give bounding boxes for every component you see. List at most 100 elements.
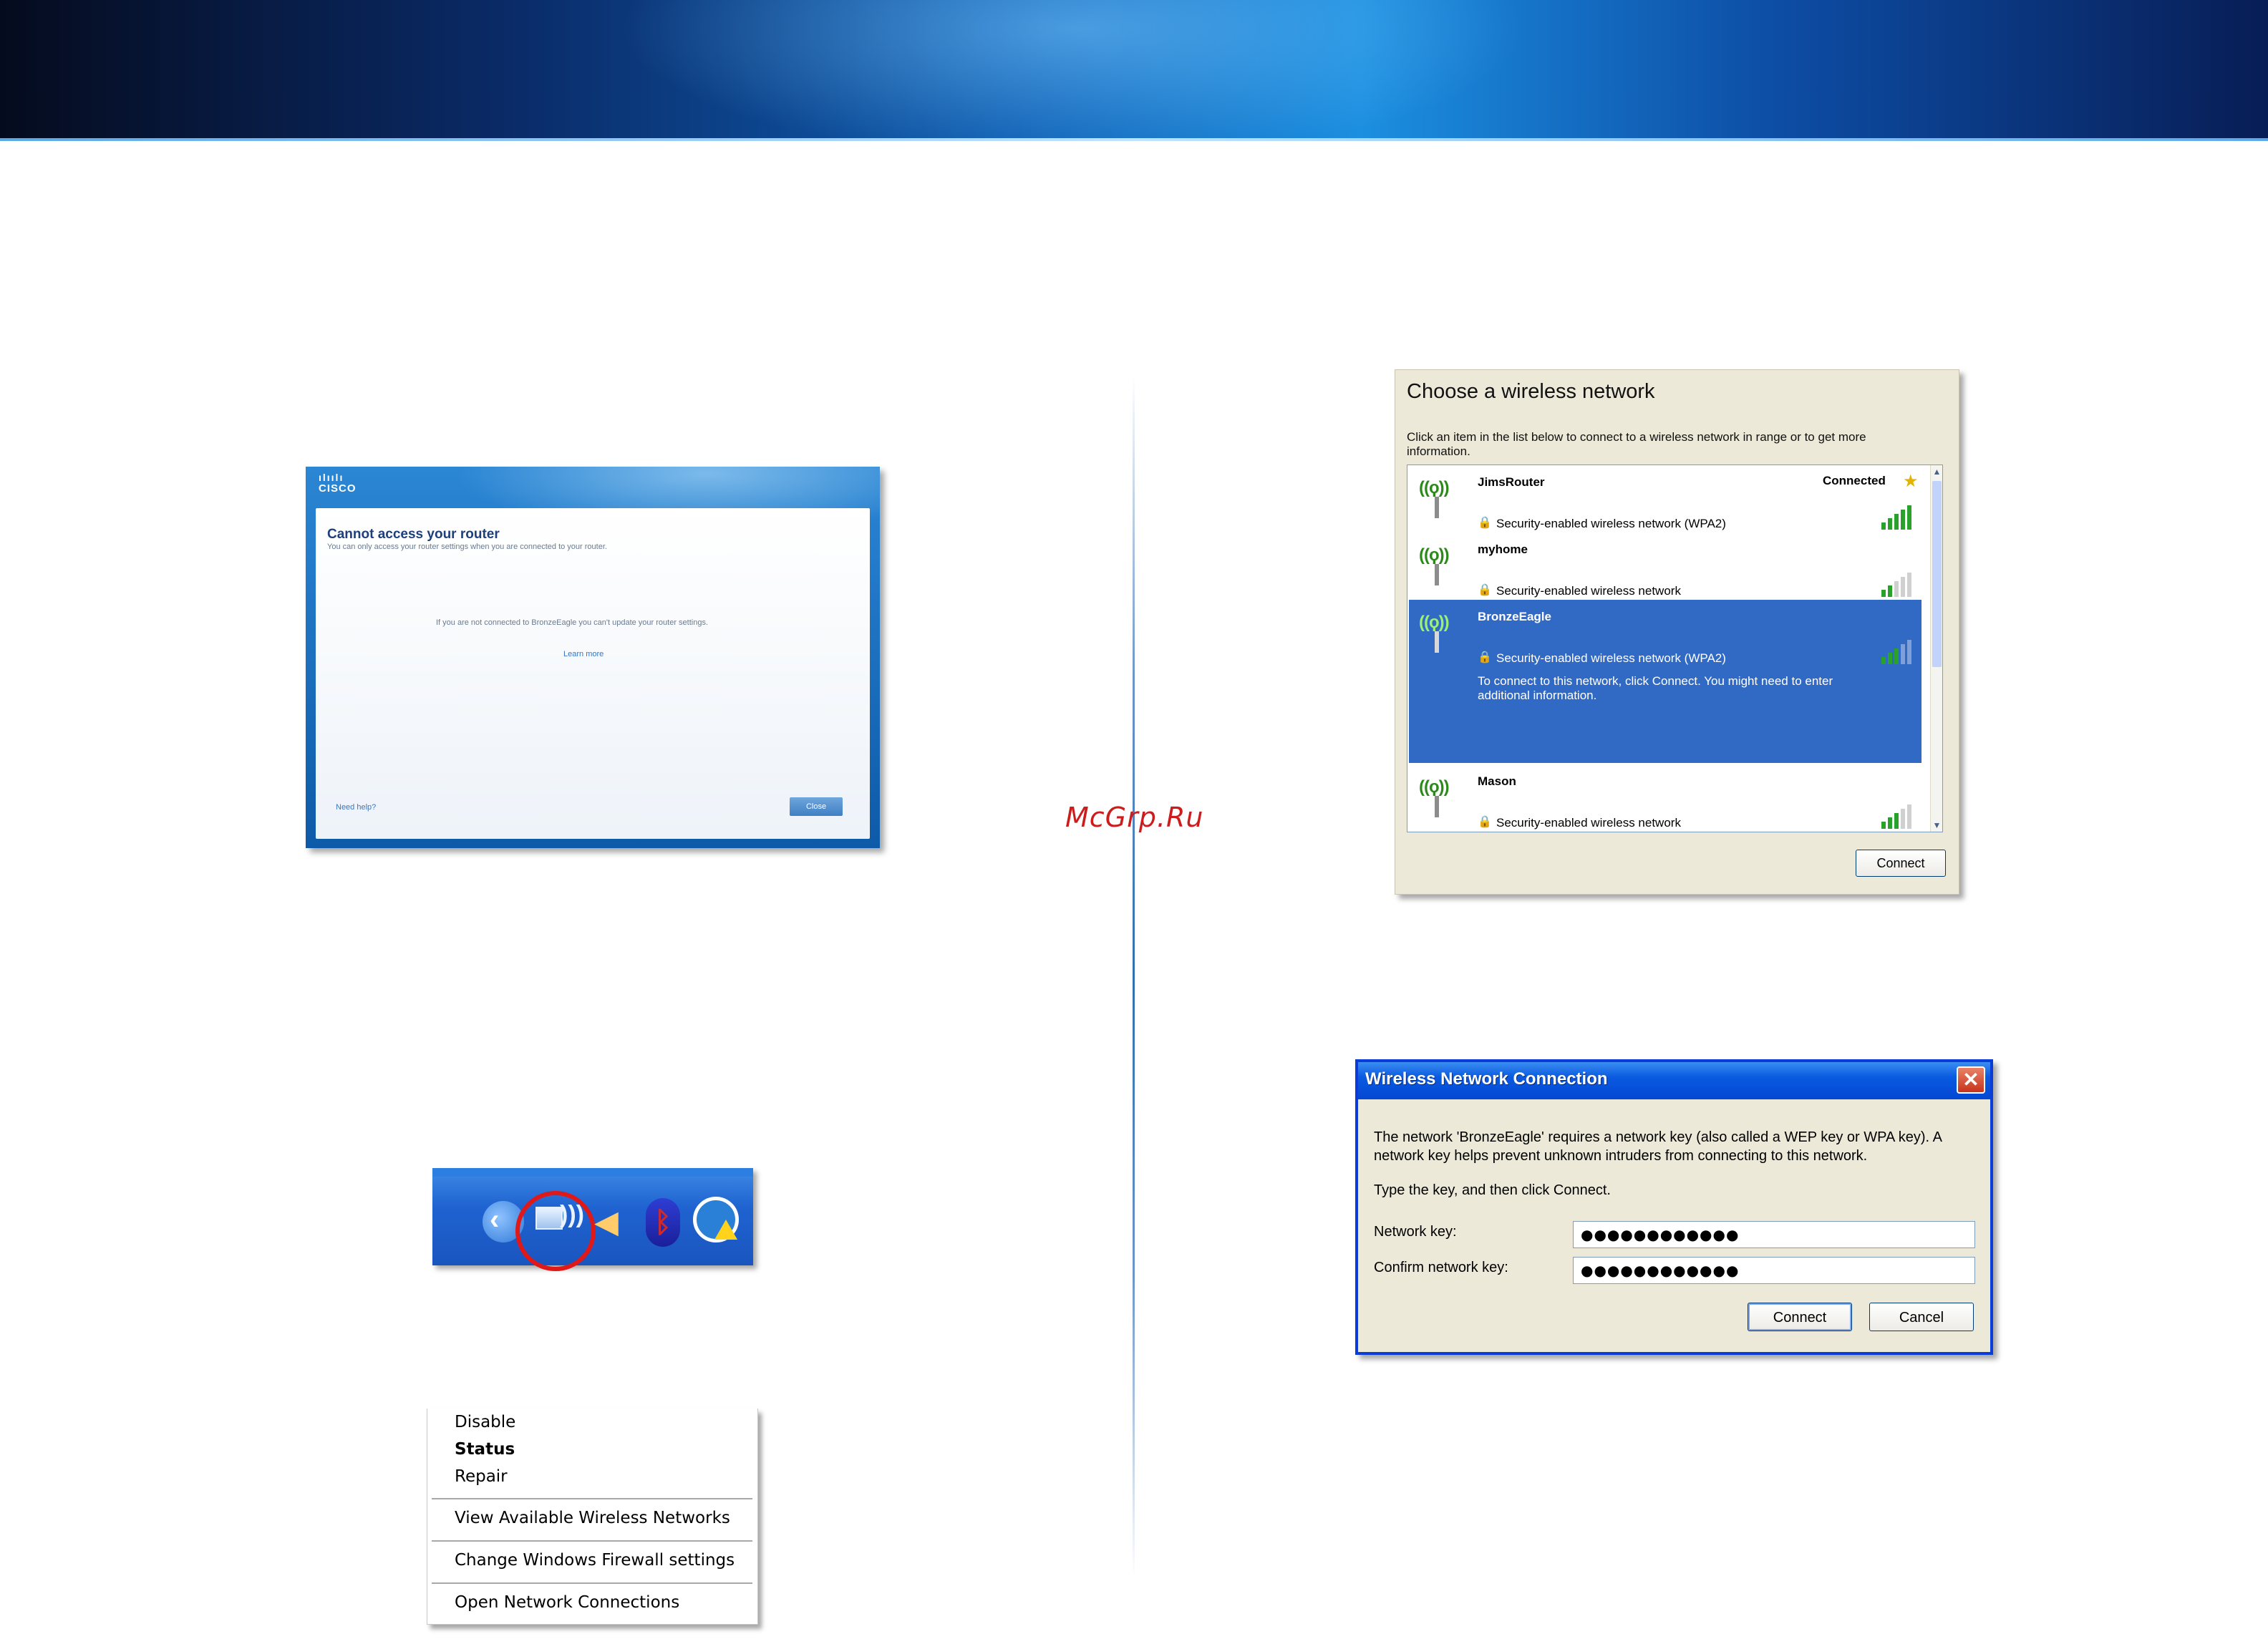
menu-separator [432, 1540, 752, 1542]
signal-bar [1907, 640, 1911, 664]
network-security: Security-enabled wireless network [1496, 584, 1681, 598]
signal-bar [1894, 514, 1899, 530]
connected-status: Connected [1823, 474, 1886, 487]
warning-icon [714, 1220, 737, 1240]
cisco-close-button[interactable]: Close [790, 797, 843, 816]
signal-bar [1907, 804, 1911, 829]
menu-item-repair[interactable]: Repair [455, 1467, 508, 1486]
cisco-content-panel [316, 508, 870, 839]
close-icon[interactable]: ✕ [1957, 1066, 1985, 1094]
confirm-key-label: Confirm network key: [1374, 1260, 1508, 1275]
watermark: McGrp.Ru [1065, 802, 1204, 833]
signal-bar [1901, 809, 1905, 829]
signal-bar [1907, 573, 1911, 597]
wireless-antenna-icon: ((ϙ)) [1419, 477, 1455, 520]
dialog-titlebar: Wireless Network Connection ✕ [1358, 1062, 1990, 1099]
signal-bar [1888, 518, 1892, 530]
signal-bar [1894, 648, 1899, 664]
cisco-logo-bars: ılıılı [319, 472, 344, 483]
speaker-icon[interactable]: ◀ [594, 1204, 619, 1240]
signal-strength-icon [1881, 573, 1919, 597]
taskbar-top-edge [432, 1168, 753, 1177]
network-security: Security-enabled wireless network [1496, 816, 1681, 830]
menu-separator [432, 1582, 752, 1584]
signal-bar [1901, 644, 1905, 664]
signal-strength-icon [1881, 505, 1919, 530]
scroll-down-icon[interactable]: ▼ [1931, 819, 1942, 832]
network-name: Mason [1478, 774, 1516, 788]
cisco-logo-text: CISCO [319, 482, 357, 495]
signal-bar [1894, 581, 1899, 597]
dialog-message: The network 'BronzeEagle' requires a net… [1374, 1129, 1942, 1164]
window-heading: Choose a wireless network [1407, 380, 1655, 403]
cisco-subtitle: You can only access your router settings… [327, 543, 607, 551]
confirm-key-field[interactable]: ●●●●●●●●●●●● [1573, 1257, 1975, 1284]
cisco-router-screenshot: ılıılı CISCO Cannot access your router Y… [306, 467, 880, 848]
network-key-dialog: Wireless Network Connection ✕ The networ… [1355, 1059, 1993, 1355]
signal-bar [1901, 577, 1905, 597]
signal-bar [1901, 510, 1905, 530]
wireless-antenna-icon: ((ϙ)) [1419, 544, 1455, 587]
signal-bar [1881, 657, 1886, 664]
menu-item-disable[interactable]: Disable [455, 1413, 515, 1431]
signal-strength-icon [1881, 804, 1919, 829]
lock-icon: 🔒 [1478, 584, 1492, 596]
network-name: BronzeEagle [1478, 610, 1551, 623]
network-name: JimsRouter [1478, 475, 1545, 489]
network-key-label: Network key: [1374, 1224, 1457, 1240]
network-item-jimsrouter[interactable]: ((ϙ)) JimsRouter Connected ★ 🔒 Security-… [1409, 465, 1922, 532]
signal-bar [1894, 813, 1899, 829]
menu-separator [432, 1498, 752, 1499]
network-detail: To connect to this network, click Connec… [1478, 674, 1833, 702]
dialog-connect-button[interactable]: Connect [1748, 1303, 1852, 1331]
wireless-antenna-icon: ((ϙ)) [1419, 776, 1455, 819]
cisco-logo: ılıılı CISCO [319, 472, 357, 495]
signal-strength-icon [1881, 640, 1919, 664]
learn-more-link[interactable]: Learn more [563, 650, 604, 658]
scrollbar-thumb[interactable] [1932, 481, 1942, 667]
scroll-up-icon[interactable]: ▲ [1931, 465, 1942, 478]
need-help-link[interactable]: Need help? [336, 803, 376, 812]
taskbar-system-tray: ‹ ))) ◀ ᛒ [432, 1168, 753, 1271]
banner-underline [0, 138, 2268, 141]
network-item-myhome[interactable]: ((ϙ)) myhome 🔒 Security-enabled wireless… [1409, 532, 1922, 600]
chevron-left-icon: ‹ [490, 1204, 500, 1235]
network-security: Security-enabled wireless network (WPA2) [1496, 651, 1726, 665]
signal-bar [1881, 822, 1886, 829]
menu-item-view-wireless-networks[interactable]: View Available Wireless Networks [455, 1509, 730, 1527]
signal-bar [1888, 653, 1892, 664]
highlight-circle [515, 1191, 596, 1271]
menu-item-open-network-connections[interactable]: Open Network Connections [455, 1593, 679, 1612]
star-icon: ★ [1903, 472, 1919, 491]
signal-bar [1907, 505, 1911, 530]
dialog-instruction: Type the key, and then click Connect. [1374, 1182, 1611, 1198]
connect-button[interactable]: Connect [1856, 850, 1946, 877]
network-context-menu: Disable Status Repair View Available Wir… [427, 1409, 758, 1625]
cisco-page-title: Cannot access your router [327, 527, 500, 542]
dialog-title: Wireless Network Connection [1365, 1069, 1608, 1089]
network-list: ((ϙ)) JimsRouter Connected ★ 🔒 Security-… [1407, 465, 1943, 832]
menu-item-status[interactable]: Status [455, 1440, 515, 1459]
column-divider [1133, 376, 1135, 1578]
dialog-cancel-button[interactable]: Cancel [1869, 1303, 1974, 1331]
network-item-mason[interactable]: ((ϙ)) Mason 🔒 Security-enabled wireless … [1409, 764, 1922, 832]
cisco-message: If you are not connected to BronzeEagle … [436, 618, 709, 627]
menu-item-firewall-settings[interactable]: Change Windows Firewall settings [455, 1551, 735, 1570]
signal-bar [1888, 817, 1892, 829]
bluetooth-icon[interactable]: ᛒ [646, 1198, 680, 1247]
lock-icon: 🔒 [1478, 517, 1492, 529]
window-description: Click an item in the list below to conne… [1407, 430, 1866, 458]
list-scrollbar[interactable]: ▲ ▼ [1930, 465, 1942, 832]
wireless-antenna-icon: ((ϙ)) [1419, 611, 1455, 654]
signal-bar [1881, 522, 1886, 530]
signal-bar [1881, 590, 1886, 597]
lock-icon: 🔒 [1478, 651, 1492, 663]
lock-icon: 🔒 [1478, 816, 1492, 828]
choose-wireless-network-window: Choose a wireless network Click an item … [1395, 369, 1959, 895]
network-item-bronzeeagle[interactable]: ((ϙ)) BronzeEagle 🔒 Security-enabled wir… [1409, 600, 1922, 763]
network-name: myhome [1478, 543, 1528, 556]
header-banner [0, 0, 2268, 138]
signal-bar [1888, 585, 1892, 597]
network-key-field[interactable]: ●●●●●●●●●●●● [1573, 1221, 1975, 1248]
network-security: Security-enabled wireless network (WPA2) [1496, 517, 1726, 530]
